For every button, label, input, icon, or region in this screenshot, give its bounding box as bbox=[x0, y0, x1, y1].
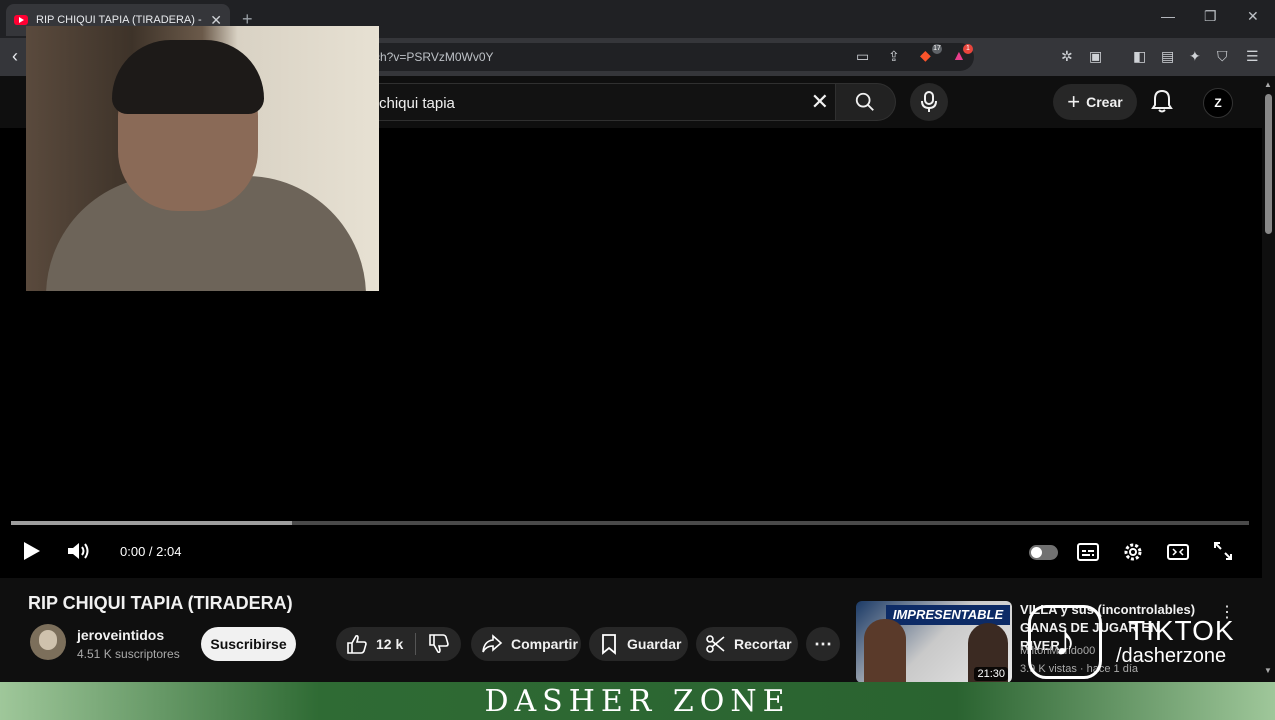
fullscreen-icon[interactable] bbox=[1213, 541, 1233, 561]
clear-search-icon[interactable]: ✕ bbox=[811, 89, 829, 115]
minimize-icon[interactable]: — bbox=[1161, 8, 1175, 24]
settings-gear-icon[interactable] bbox=[1122, 541, 1144, 563]
theater-mode-icon[interactable] bbox=[1167, 542, 1189, 562]
rewards-count-badge: 1 bbox=[963, 44, 973, 54]
youtube-favicon-icon bbox=[14, 15, 28, 25]
extensions-icon[interactable]: ✲ bbox=[1061, 48, 1073, 65]
wallet-icon[interactable]: ▤ bbox=[1161, 48, 1174, 65]
buffered-bar bbox=[11, 521, 293, 525]
tab-title: RIP CHIQUI TAPIA (TIRADERA) - bbox=[36, 14, 202, 26]
subscriber-count: 4.51 K suscriptores bbox=[77, 647, 180, 661]
search-query: chiqui tapia bbox=[379, 95, 455, 112]
play-icon[interactable] bbox=[20, 540, 42, 562]
notifications-bell-icon[interactable] bbox=[1150, 88, 1174, 114]
autoplay-toggle[interactable] bbox=[1029, 545, 1058, 560]
subtitles-icon[interactable] bbox=[1077, 542, 1099, 562]
time-display: 0:00 / 2:04 bbox=[120, 544, 182, 559]
vpn-shield-icon[interactable]: ⛉ bbox=[1217, 48, 1228, 65]
page-scrollbar[interactable]: ▲ ▼ bbox=[1262, 76, 1275, 682]
video-title: RIP CHIQUI TAPIA (TIRADERA) bbox=[28, 593, 293, 613]
search-button[interactable] bbox=[836, 83, 896, 121]
shields-count-badge: 17 bbox=[932, 44, 942, 54]
share-arrow-icon bbox=[482, 634, 503, 653]
subscribe-button[interactable]: Suscribirse bbox=[201, 627, 296, 661]
create-label: Crear bbox=[1086, 94, 1123, 110]
leo-ai-icon[interactable]: ✦ bbox=[1189, 48, 1201, 65]
scroll-up-icon[interactable]: ▲ bbox=[1264, 80, 1272, 89]
thumbs-down-icon[interactable] bbox=[428, 633, 450, 655]
thumbnail-player-left bbox=[864, 619, 906, 683]
clip-label: Recortar bbox=[734, 636, 792, 652]
like-dislike-group: 12 k bbox=[336, 627, 461, 661]
sidebar-toggle-icon[interactable]: ◧ bbox=[1133, 48, 1146, 65]
share-label: Compartir bbox=[511, 636, 578, 652]
save-label: Guardar bbox=[627, 636, 682, 652]
tiktok-handle: /dasherzone bbox=[1116, 645, 1227, 667]
share-page-icon[interactable]: ⇪ bbox=[888, 48, 900, 65]
search-input[interactable]: chiqui tapia ✕ bbox=[350, 83, 836, 121]
webcam-overlay bbox=[26, 26, 379, 291]
share-button[interactable]: Compartir bbox=[471, 627, 581, 661]
thumbnail-banner: IMPRESENTABLE bbox=[886, 605, 1010, 625]
bookmark-icon bbox=[602, 634, 616, 655]
clip-button[interactable]: Recortar bbox=[696, 627, 798, 661]
like-count[interactable]: 12 k bbox=[376, 636, 403, 652]
video-duration: 21:30 bbox=[974, 667, 1008, 681]
thumbs-up-icon[interactable] bbox=[346, 633, 368, 655]
account-avatar[interactable]: Z bbox=[1203, 88, 1233, 118]
channel-name[interactable]: jeroveintidos bbox=[77, 627, 164, 643]
search-icon bbox=[855, 92, 874, 111]
scrollbar-thumb[interactable] bbox=[1265, 94, 1272, 234]
restore-icon[interactable]: ❐ bbox=[1204, 8, 1217, 25]
bottom-banner: DASHER ZONE bbox=[0, 682, 1275, 720]
back-arrow-icon[interactable]: ‹ bbox=[12, 46, 18, 67]
brave-shields-icon[interactable]: ◆ bbox=[920, 47, 931, 64]
plus-icon: + bbox=[1067, 89, 1081, 114]
more-actions-icon[interactable]: ⋯ bbox=[806, 627, 840, 661]
like-divider bbox=[415, 633, 417, 655]
channel-avatar[interactable] bbox=[30, 624, 66, 660]
banner-text: DASHER ZONE bbox=[484, 684, 791, 719]
close-window-icon[interactable]: ✕ bbox=[1247, 8, 1259, 25]
reading-list-icon[interactable]: ▣ bbox=[1089, 48, 1102, 65]
create-button[interactable]: + Crear bbox=[1053, 84, 1137, 120]
microphone-icon bbox=[921, 91, 937, 112]
address-url: ch?v=PSRVzM0Wv0Y bbox=[374, 50, 494, 64]
save-button[interactable]: Guardar bbox=[589, 627, 688, 661]
volume-icon[interactable] bbox=[66, 540, 92, 562]
recommended-thumbnail[interactable]: IMPRESENTABLE 21:30 bbox=[856, 601, 1012, 683]
menu-icon[interactable]: ☰ bbox=[1246, 48, 1259, 65]
tiktok-logo-icon: ♪ bbox=[1028, 605, 1102, 679]
tiktok-watermark: ♪ TIKTOK /dasherzone bbox=[1028, 601, 1268, 681]
webcam-person-hair bbox=[112, 40, 264, 114]
voice-search-button[interactable] bbox=[910, 83, 948, 121]
scissors-icon bbox=[706, 635, 725, 653]
tiktok-brand: TIKTOK bbox=[1128, 615, 1235, 646]
cast-icon[interactable]: ▭ bbox=[856, 48, 869, 65]
progress-bar[interactable] bbox=[11, 521, 1249, 525]
